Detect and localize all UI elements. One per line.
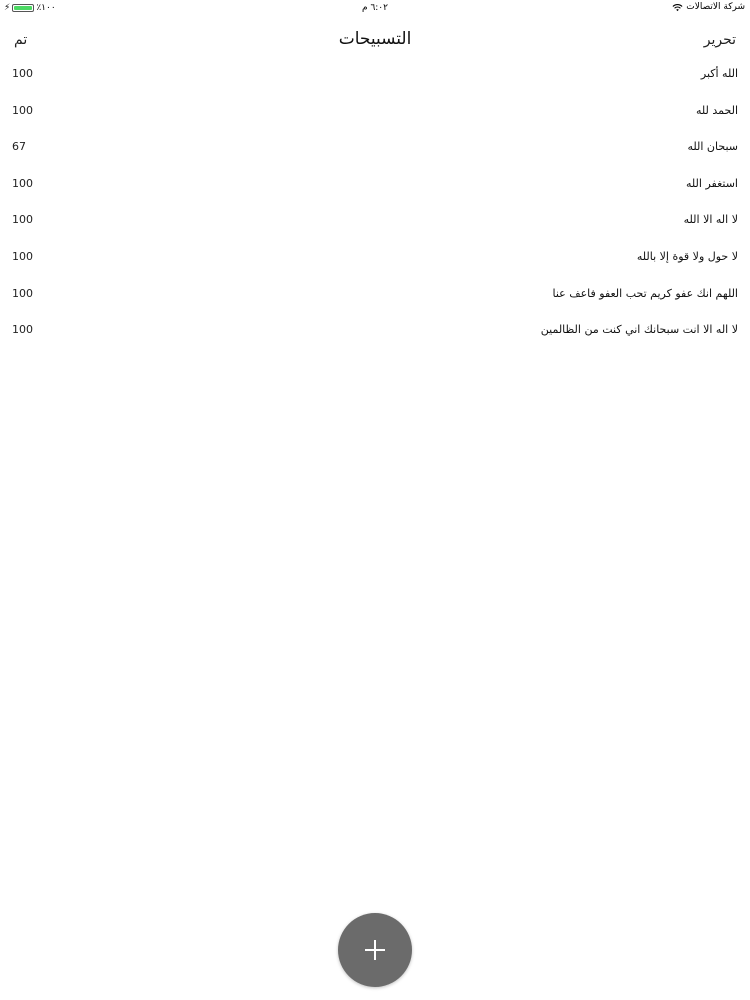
list-item[interactable]: استغفر الله 100 — [0, 166, 750, 203]
list-item[interactable]: اللهم انك عفو كريم تحب العفو فاعف عنا 10… — [0, 276, 750, 313]
list-item-count: 67 — [12, 140, 26, 154]
list-item-count: 100 — [12, 176, 33, 190]
app-screen: ⚡ ٪١٠٠ ٦:٠٢ م شركة الاتصالات تم التسبيحا… — [0, 0, 750, 1000]
list-item-text: استغفر الله — [686, 176, 738, 190]
list-item-count: 100 — [12, 213, 33, 227]
add-button[interactable] — [338, 913, 412, 987]
list-item-count: 100 — [12, 286, 33, 300]
list-item-count: 100 — [12, 249, 33, 263]
list-item-text: اللهم انك عفو كريم تحب العفو فاعف عنا — [552, 286, 738, 300]
list-item[interactable]: لا اله الا انت سبحانك اني كنت من الظالمي… — [0, 312, 750, 349]
list-item[interactable]: سبحان الله 67 — [0, 129, 750, 166]
page-title: التسبيحات — [338, 29, 412, 49]
list-item-text: لا اله الا الله — [683, 213, 738, 227]
list-item-text: لا اله الا انت سبحانك اني كنت من الظالمي… — [540, 323, 738, 337]
edit-button[interactable]: تحرير — [704, 32, 736, 48]
list-item-text: الله أكبر — [700, 67, 738, 80]
list-item-count: 100 — [12, 67, 33, 80]
list-item[interactable]: لا حول ولا قوة إلا بالله 100 — [0, 239, 750, 276]
plus-icon — [365, 940, 385, 960]
wifi-icon — [672, 3, 683, 11]
list-item-text: الحمد لله — [695, 103, 738, 117]
list-item[interactable]: الله أكبر 100 — [0, 56, 750, 93]
carrier-name: شركة الاتصالات — [686, 2, 745, 12]
list-item[interactable]: لا اله الا الله 100 — [0, 202, 750, 239]
tasbeeh-list: الله أكبر 100 الحمد لله 100 سبحان الله 6… — [0, 56, 750, 349]
status-time: ٦:٠٢ م — [362, 3, 388, 13]
navigation-bar: تم التسبيحات تحرير — [0, 22, 750, 58]
carrier-status: شركة الاتصالات — [672, 2, 745, 12]
list-item-text: سبحان الله — [687, 140, 738, 154]
status-bar: ⚡ ٪١٠٠ ٦:٠٢ م شركة الاتصالات — [0, 0, 750, 18]
list-item[interactable]: الحمد لله 100 — [0, 93, 750, 130]
list-item-text: لا حول ولا قوة إلا بالله — [636, 249, 738, 263]
list-item-count: 100 — [12, 323, 33, 337]
list-item-count: 100 — [12, 103, 33, 117]
